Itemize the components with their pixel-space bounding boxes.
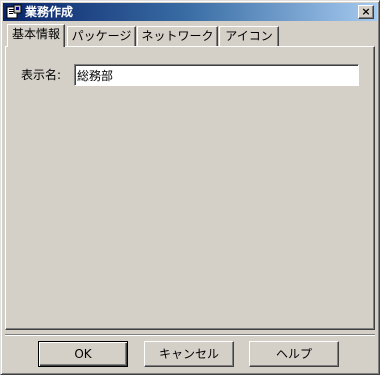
- tab-label: パッケージ: [71, 29, 132, 43]
- divider: [5, 334, 375, 336]
- tab-label: ネットワーク: [141, 29, 214, 43]
- tab-basic-info[interactable]: 基本情報: [7, 24, 65, 47]
- tab-package[interactable]: パッケージ: [67, 26, 136, 46]
- close-icon: ×: [361, 5, 371, 18]
- tab-network[interactable]: ネットワーク: [137, 26, 218, 46]
- tab-panel: [5, 46, 375, 330]
- cancel-button[interactable]: キャンセル: [144, 341, 234, 367]
- help-button[interactable]: ヘルプ: [249, 341, 339, 367]
- title-bar[interactable]: 業務作成 ×: [3, 3, 377, 21]
- tab-label: アイコン: [225, 29, 273, 43]
- dialog-window: 業務作成 × 基本情報 パッケージ ネットワーク アイコン 表示名: OK キャ…: [0, 0, 380, 375]
- tab-label: 基本情報: [11, 27, 60, 41]
- display-name-label: 表示名:: [21, 68, 62, 82]
- close-button[interactable]: ×: [358, 5, 374, 19]
- tab-icon[interactable]: アイコン: [219, 26, 279, 46]
- window-title: 業務作成: [25, 5, 74, 19]
- ok-button[interactable]: OK: [38, 341, 128, 367]
- display-name-input[interactable]: [74, 64, 359, 86]
- app-icon: [6, 4, 22, 20]
